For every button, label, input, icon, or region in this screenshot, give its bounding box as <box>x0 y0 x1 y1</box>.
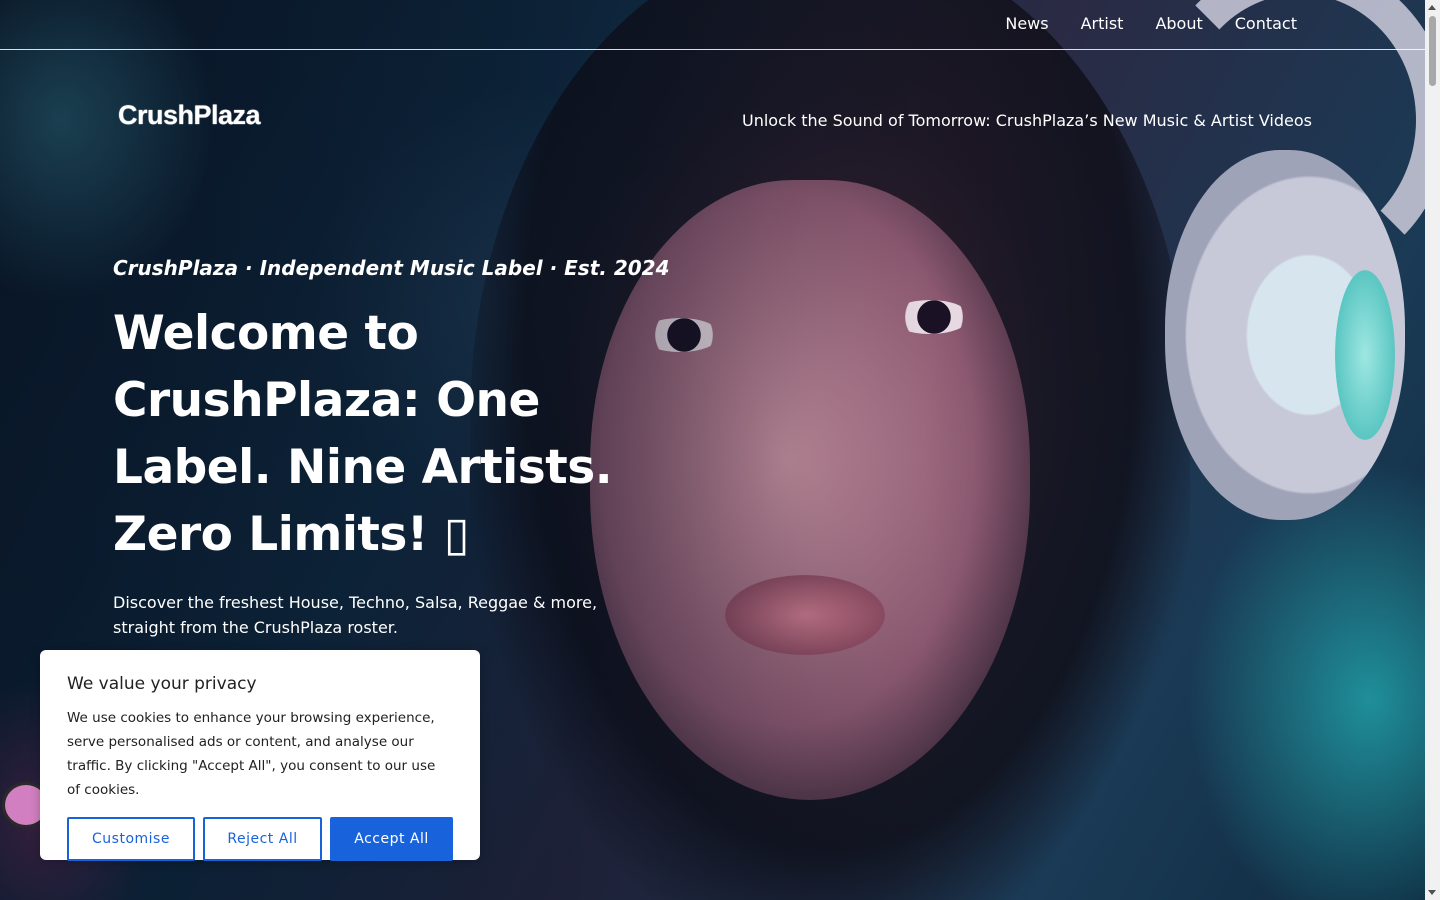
reject-all-button[interactable]: Reject All <box>203 817 322 861</box>
nav-menu: News Artist About Contact <box>1005 14 1297 33</box>
cookie-banner-body: We use cookies to enhance your browsing … <box>67 710 436 798</box>
hero-eyebrow: CrushPlaza · Independent Music Label · E… <box>113 256 670 280</box>
scroll-up-arrow-icon[interactable] <box>1428 5 1436 10</box>
nav-item-artist: Artist <box>1081 14 1124 33</box>
site-logo[interactable]: CrushPlaza <box>118 100 261 131</box>
customise-button[interactable]: Customise <box>67 817 195 861</box>
cookie-consent-banner: We value your privacy We use cookies to … <box>40 650 480 861</box>
accept-all-button[interactable]: Accept All <box>330 817 453 861</box>
nav-link-news[interactable]: News <box>1005 14 1048 33</box>
page-scrollbar[interactable] <box>1425 0 1440 900</box>
nav-item-contact: Contact <box>1235 14 1297 33</box>
hero-subtext: Discover the freshest House, Techno, Sal… <box>113 593 598 637</box>
nav-item-about: About <box>1155 14 1202 33</box>
scroll-down-arrow-icon[interactable] <box>1428 890 1436 895</box>
nav-link-about[interactable]: About <box>1155 14 1202 33</box>
scrollbar-thumb[interactable] <box>1429 16 1436 86</box>
nav-item-news: News <box>1005 14 1048 33</box>
top-navigation: News Artist About Contact <box>0 0 1425 50</box>
nav-link-contact[interactable]: Contact <box>1235 14 1297 33</box>
cookie-banner-title: We value your privacy <box>67 674 257 694</box>
nav-link-artist[interactable]: Artist <box>1081 14 1124 33</box>
cookie-banner-actions: Customise Reject All Accept All <box>67 817 453 861</box>
site-tagline: Unlock the Sound of Tomorrow: CrushPlaza… <box>741 111 1312 130</box>
hero-headline: Welcome to CrushPlaza: One Label. Nine A… <box>113 306 613 562</box>
